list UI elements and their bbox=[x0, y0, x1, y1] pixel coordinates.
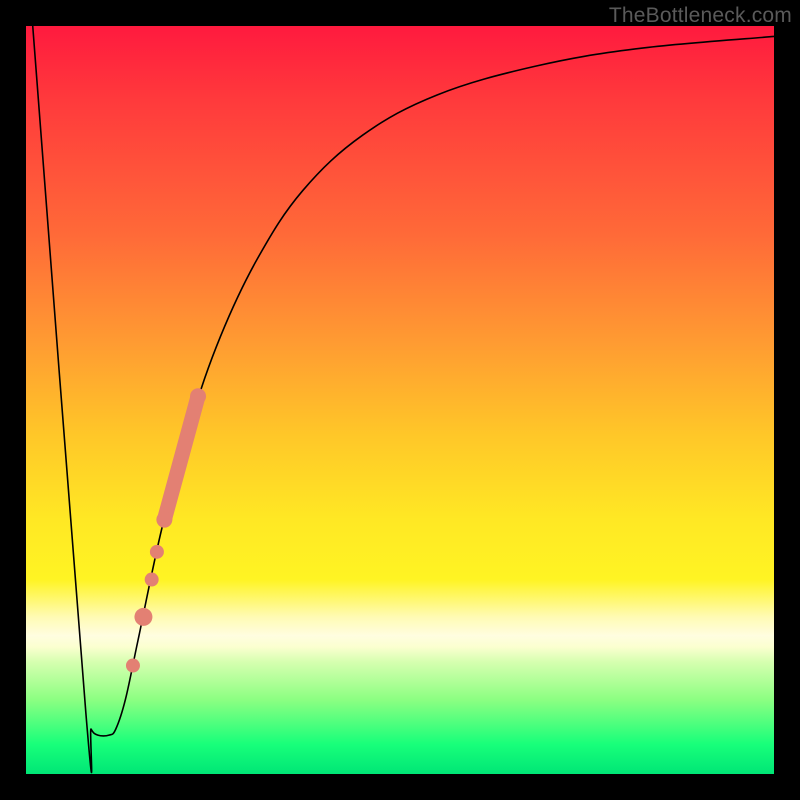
chart-frame: TheBottleneck.com bbox=[0, 0, 800, 800]
bottleneck-curve bbox=[33, 26, 774, 773]
watermark-text: TheBottleneck.com bbox=[609, 4, 792, 28]
curve-layer bbox=[33, 26, 774, 773]
chart-plot-area bbox=[26, 26, 774, 774]
marker-dot-6-seg-end bbox=[190, 388, 206, 404]
marker-dot-4 bbox=[150, 545, 164, 559]
marker-dot-1 bbox=[126, 659, 140, 673]
marker-dot-5-seg-start bbox=[156, 512, 172, 528]
marker-dot-3 bbox=[145, 573, 159, 587]
marker-dot-2 bbox=[134, 608, 152, 626]
highlight-segment bbox=[164, 396, 198, 519]
chart-svg bbox=[26, 26, 774, 774]
